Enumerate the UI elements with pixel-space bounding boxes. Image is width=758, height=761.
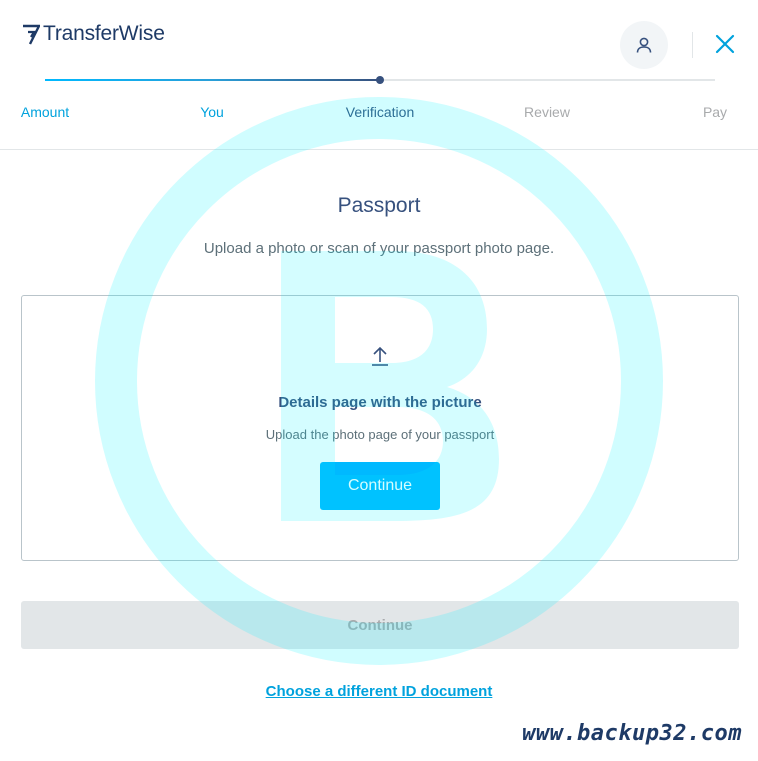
- page: TransferWise Amount You Verification Rev…: [0, 0, 758, 761]
- upload-title: Details page with the picture: [278, 394, 482, 411]
- user-icon: [636, 37, 652, 53]
- step-verification: Verification: [345, 104, 415, 120]
- step-you[interactable]: You: [200, 104, 224, 120]
- upload-description: Upload the photo page of your passport: [265, 427, 495, 442]
- upload-icon: [372, 346, 388, 366]
- watermark-text: www.backup32.com: [522, 721, 742, 746]
- transferwise-logo[interactable]: TransferWise: [22, 22, 165, 46]
- page-title: Passport: [337, 194, 421, 217]
- page-subtitle: Upload a photo or scan of your passport …: [203, 240, 555, 257]
- close-icon: [715, 34, 735, 54]
- logo-text: TransferWise: [43, 22, 165, 45]
- choose-different-id-link[interactable]: Choose a different ID document: [0, 683, 758, 700]
- stepper-current-dot: [376, 76, 384, 84]
- stepper-track: [45, 76, 715, 84]
- step-amount[interactable]: Amount: [21, 104, 69, 120]
- upload-continue-button[interactable]: Continue: [320, 462, 440, 510]
- account-button[interactable]: [620, 21, 668, 69]
- continue-button-disabled[interactable]: Continue: [21, 601, 739, 649]
- upload-dropzone[interactable]: Details page with the picture Upload the…: [21, 295, 739, 561]
- stepper-progress: [45, 79, 380, 81]
- close-button[interactable]: [711, 30, 739, 58]
- step-pay: Pay: [702, 104, 728, 120]
- header-border: [0, 149, 758, 150]
- transferwise-flag-icon: [23, 24, 40, 45]
- step-review: Review: [524, 104, 570, 120]
- header-divider: [692, 32, 693, 58]
